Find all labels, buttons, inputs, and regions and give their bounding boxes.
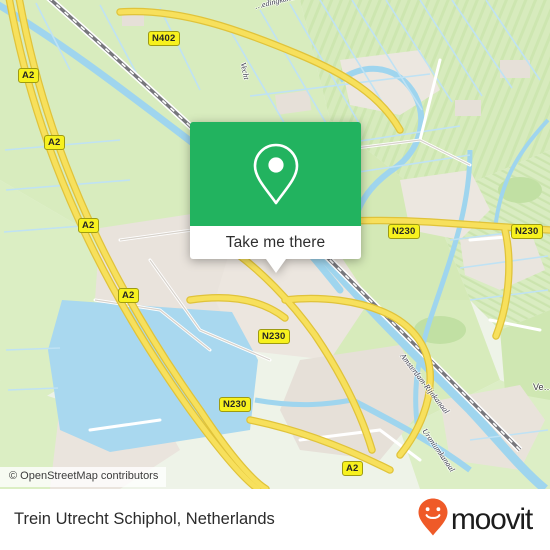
moovit-smiley-pin-icon	[417, 497, 449, 542]
road-shield-n230-5: N230	[388, 224, 420, 239]
road-shield-a2-4: A2	[118, 288, 139, 303]
road-shield-n230-6: N230	[511, 224, 543, 239]
callout-icon-panel	[190, 122, 361, 226]
take-me-there-button[interactable]: Take me there	[190, 226, 361, 259]
road-shield-n230-8: N230	[219, 397, 251, 412]
road-shield-a2-0: A2	[18, 68, 39, 83]
location-title: Trein Utrecht Schiphol, Netherlands	[14, 510, 275, 528]
location-callout-card[interactable]: Take me there	[190, 122, 361, 273]
road-shield-a2-9: A2	[342, 461, 363, 476]
location-pin-icon	[251, 142, 301, 206]
map-attribution[interactable]: © OpenStreetMap contributors	[0, 467, 167, 487]
road-shield-a2-2: A2	[44, 135, 65, 150]
road-shield-a2-3: A2	[78, 218, 99, 233]
road-shield-n402-1: N402	[148, 31, 180, 46]
footer-bar: Trein Utrecht Schiphol, Netherlands moov…	[0, 489, 550, 550]
place-label-0: Ve…	[533, 382, 550, 392]
map-screenshot: A2 N402 A2 A2 A2 N230 N230 N230 N230 A2 Vecht Amst…	[0, 0, 550, 550]
map-canvas[interactable]: A2 N402 A2 A2 A2 N230 N230 N230 N230 A2 Vecht Amst…	[0, 0, 550, 489]
callout-pointer-tail	[265, 259, 286, 273]
moovit-wordmark: moovit	[450, 502, 533, 536]
take-me-there-label: Take me there	[225, 233, 326, 251]
attribution-text: © OpenStreetMap contributors	[9, 470, 159, 482]
moovit-logo[interactable]: moovit	[417, 497, 533, 542]
road-shield-n230-7: N230	[258, 329, 290, 344]
